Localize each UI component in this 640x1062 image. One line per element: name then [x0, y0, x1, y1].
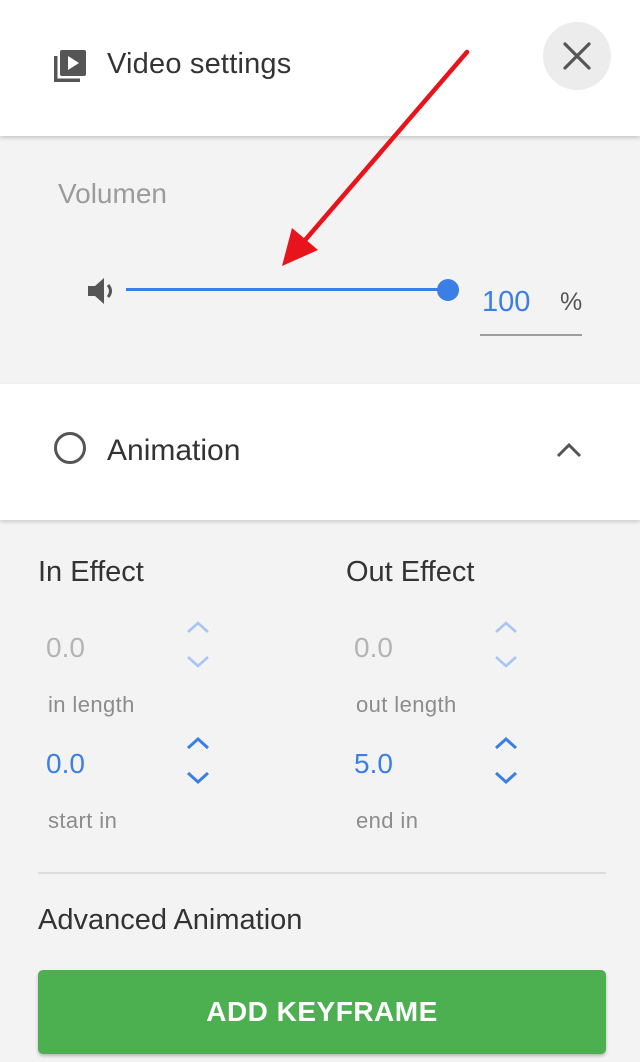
volume-value-input[interactable]: 100 [482, 286, 530, 319]
animation-title: Animation [107, 434, 241, 467]
video-library-icon [54, 50, 86, 82]
volume-section: Volumen 100 % [0, 136, 640, 384]
chevron-up-icon [495, 621, 517, 633]
start-in-stepper[interactable] [185, 736, 211, 786]
end-in-label: end in [356, 808, 419, 833]
chevron-down-icon [494, 771, 518, 785]
add-keyframe-button[interactable]: ADD KEYFRAME [38, 970, 606, 1054]
radio-unchecked-icon[interactable] [54, 432, 86, 464]
out-length-field[interactable]: 0.0 [354, 632, 393, 664]
volume-input-underline [480, 334, 582, 336]
chevron-up-icon [186, 736, 210, 750]
animation-panel-header[interactable]: Animation [0, 384, 640, 520]
volume-unit: % [560, 288, 583, 316]
section-divider [38, 872, 606, 874]
in-length-field[interactable]: 0.0 [46, 632, 85, 664]
chevron-up-icon [494, 736, 518, 750]
chevron-down-icon [186, 771, 210, 785]
in-effect-title: In Effect [38, 556, 144, 588]
out-length-label: out length [356, 692, 457, 717]
effects-section: In Effect 0.0 in length 0.0 start in Out… [0, 520, 640, 1062]
chevron-up-icon [187, 621, 209, 633]
speaker-icon[interactable] [86, 276, 120, 306]
close-icon [563, 42, 591, 70]
end-in-stepper[interactable] [493, 736, 519, 786]
page-title: Video settings [107, 48, 292, 80]
volume-slider-track[interactable] [126, 288, 448, 291]
in-length-label: in length [48, 692, 135, 717]
volume-label: Volumen [58, 178, 167, 209]
close-button[interactable] [543, 22, 611, 90]
chevron-up-icon[interactable] [556, 442, 582, 458]
start-in-label: start in [48, 808, 118, 833]
chevron-down-icon [187, 656, 209, 668]
advanced-animation-title: Advanced Animation [38, 904, 303, 936]
settings-header: Video settings [0, 0, 640, 136]
out-effect-title: Out Effect [346, 556, 475, 588]
start-in-field[interactable]: 0.0 [46, 748, 85, 780]
in-length-stepper[interactable] [185, 620, 211, 670]
end-in-field[interactable]: 5.0 [354, 748, 393, 780]
chevron-down-icon [495, 656, 517, 668]
volume-slider-thumb[interactable] [437, 279, 459, 301]
out-length-stepper[interactable] [493, 620, 519, 670]
